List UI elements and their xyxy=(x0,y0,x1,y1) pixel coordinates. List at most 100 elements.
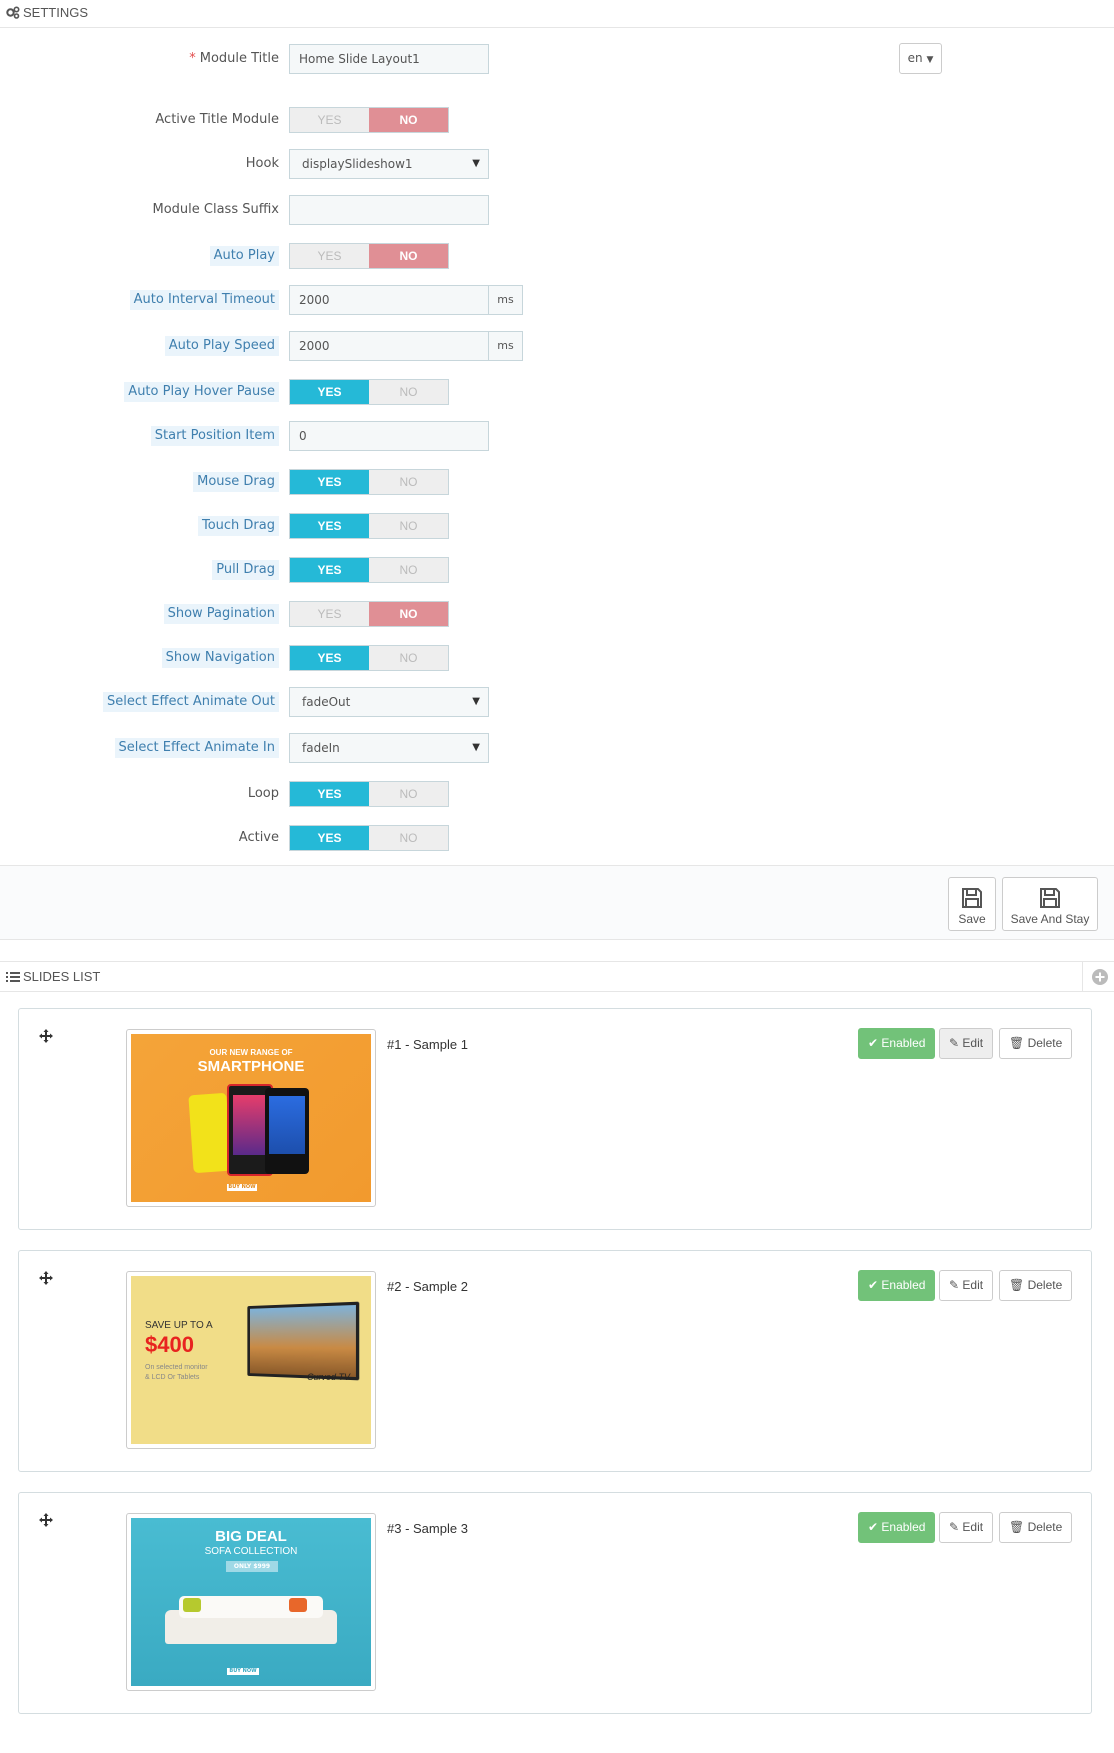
module-title-input[interactable]: Home Slide Layout1 xyxy=(289,44,489,74)
edit-icon: ✎ xyxy=(949,1036,960,1050)
effect-out-select[interactable]: fadeOut ▼ xyxy=(289,687,489,717)
delete-button[interactable]: 🗑 Delete xyxy=(999,1512,1073,1543)
switch-yes[interactable]: YES xyxy=(290,558,369,582)
plus-circle-icon xyxy=(1092,969,1108,985)
effect-in-select[interactable]: fadeIn ▼ xyxy=(289,733,489,763)
save-icon xyxy=(1040,888,1060,908)
touch-drag-label: Touch Drag xyxy=(197,516,279,536)
switch-yes[interactable]: YES xyxy=(290,826,369,850)
slide-title: #1 - Sample 1 xyxy=(387,1037,468,1052)
delete-button[interactable]: 🗑 Delete xyxy=(999,1028,1073,1059)
enabled-label: Enabled xyxy=(881,1278,926,1292)
switch-yes[interactable]: YES xyxy=(290,380,369,404)
auto-interval-label: Auto Interval Timeout xyxy=(129,290,279,310)
required-asterisk: * xyxy=(189,51,196,66)
save-label: Save xyxy=(958,912,986,926)
banner-text: SAVE UP TO A xyxy=(145,1320,213,1331)
phone-graphic xyxy=(188,1092,232,1174)
delete-label: Delete xyxy=(1027,1278,1063,1292)
cushion-graphic xyxy=(183,1598,201,1612)
edit-label: Edit xyxy=(962,1520,984,1534)
delete-label: Delete xyxy=(1027,1520,1063,1534)
add-slide-button[interactable] xyxy=(1082,961,1114,992)
effect-out-label: Select Effect Animate Out xyxy=(103,692,279,712)
mouse-drag-label: Mouse Drag xyxy=(193,472,279,492)
switch-no[interactable]: NO xyxy=(369,782,448,806)
effect-in-value: fadeIn xyxy=(302,741,340,755)
move-icon[interactable] xyxy=(39,1271,53,1285)
module-title-label: * Module Title xyxy=(189,49,279,69)
loop-switch[interactable]: YES NO xyxy=(289,781,449,807)
switch-no[interactable]: NO xyxy=(369,380,448,404)
move-icon[interactable] xyxy=(39,1513,53,1527)
hook-value: displaySlideshow1 xyxy=(302,157,413,171)
edit-icon: ✎ xyxy=(949,1278,960,1292)
slides-title: SLIDES LIST xyxy=(23,969,101,984)
switch-yes[interactable]: YES xyxy=(290,646,369,670)
switch-no[interactable]: NO xyxy=(369,108,448,132)
edit-button[interactable]: ✎ Edit xyxy=(939,1512,994,1543)
auto-play-switch[interactable]: YES NO xyxy=(289,243,449,269)
show-pagination-switch[interactable]: YES NO xyxy=(289,601,449,627)
switch-yes[interactable]: YES xyxy=(290,602,369,626)
enabled-button[interactable]: ✔ Enabled xyxy=(858,1512,936,1543)
switch-no[interactable]: NO xyxy=(369,470,448,494)
switch-no[interactable]: NO xyxy=(369,558,448,582)
move-icon[interactable] xyxy=(39,1029,53,1043)
caret-down-icon: ▼ xyxy=(472,742,480,753)
hover-pause-switch[interactable]: YES NO xyxy=(289,379,449,405)
switch-yes[interactable]: YES xyxy=(290,470,369,494)
switch-yes[interactable]: YES xyxy=(290,108,369,132)
auto-speed-label: Auto Play Speed xyxy=(164,336,279,356)
hover-pause-label: Auto Play Hover Pause xyxy=(124,382,279,402)
switch-yes[interactable]: YES xyxy=(290,244,369,268)
mouse-drag-switch[interactable]: YES NO xyxy=(289,469,449,495)
enabled-button[interactable]: ✔ Enabled xyxy=(858,1028,936,1059)
edit-button[interactable]: ✎ Edit xyxy=(939,1028,994,1059)
switch-no[interactable]: NO xyxy=(369,602,448,626)
banner-cta: BUY NOW xyxy=(227,1668,259,1675)
slide-thumbnail[interactable]: OUR NEW RANGE OF SMARTPHONE BUY NOW xyxy=(126,1029,376,1207)
save-button[interactable]: Save xyxy=(948,877,996,931)
gears-icon xyxy=(6,6,20,19)
start-position-label: Start Position Item xyxy=(150,426,279,446)
effect-out-value: fadeOut xyxy=(302,695,351,709)
show-navigation-switch[interactable]: YES NO xyxy=(289,645,449,671)
pull-drag-switch[interactable]: YES NO xyxy=(289,557,449,583)
active-title-label: Active Title Module xyxy=(155,112,279,127)
slide-thumbnail[interactable]: BIG DEAL SOFA COLLECTION ONLY $999 BUY N… xyxy=(126,1513,376,1691)
slide-card: SAVE UP TO A $400 On selected monitor & … xyxy=(18,1250,1092,1472)
class-suffix-input[interactable] xyxy=(289,195,489,225)
switch-yes[interactable]: YES xyxy=(290,514,369,538)
delete-button[interactable]: 🗑 Delete xyxy=(999,1270,1073,1301)
switch-yes[interactable]: YES xyxy=(290,782,369,806)
active-title-switch[interactable]: YES NO xyxy=(289,107,449,133)
language-dropdown[interactable]: en ▼ xyxy=(899,43,942,74)
module-config-page: SETTINGS * Module Title Home Slide Layout… xyxy=(0,0,1114,1753)
touch-drag-switch[interactable]: YES NO xyxy=(289,513,449,539)
slide-thumbnail[interactable]: SAVE UP TO A $400 On selected monitor & … xyxy=(126,1271,376,1449)
auto-interval-input[interactable]: 2000 xyxy=(289,285,489,315)
start-position-input[interactable]: 0 xyxy=(289,421,489,451)
hook-select[interactable]: displaySlideshow1 ▼ xyxy=(289,149,489,179)
edit-button[interactable]: ✎ Edit xyxy=(939,1270,994,1301)
enabled-button[interactable]: ✔ Enabled xyxy=(858,1270,936,1301)
show-pagination-label: Show Pagination xyxy=(163,604,279,624)
banner-text: Curved TV xyxy=(307,1372,351,1382)
active-switch[interactable]: YES NO xyxy=(289,825,449,851)
cushion-graphic xyxy=(289,1598,307,1612)
switch-no[interactable]: NO xyxy=(369,514,448,538)
switch-no[interactable]: NO xyxy=(369,646,448,670)
switch-no[interactable]: NO xyxy=(369,826,448,850)
trash-icon: 🗑 xyxy=(1009,1036,1025,1050)
edit-label: Edit xyxy=(962,1278,984,1292)
banner-text: OUR NEW RANGE OF xyxy=(209,1048,293,1057)
auto-speed-input[interactable]: 2000 xyxy=(289,331,489,361)
banner-price: $400 xyxy=(145,1332,194,1357)
hook-label: Hook xyxy=(245,156,279,171)
switch-no[interactable]: NO xyxy=(369,244,448,268)
banner-text: SOFA COLLECTION xyxy=(204,1546,298,1557)
enabled-label: Enabled xyxy=(881,1520,926,1534)
settings-title: SETTINGS xyxy=(23,5,89,20)
save-and-stay-button[interactable]: Save And Stay xyxy=(1002,877,1098,931)
